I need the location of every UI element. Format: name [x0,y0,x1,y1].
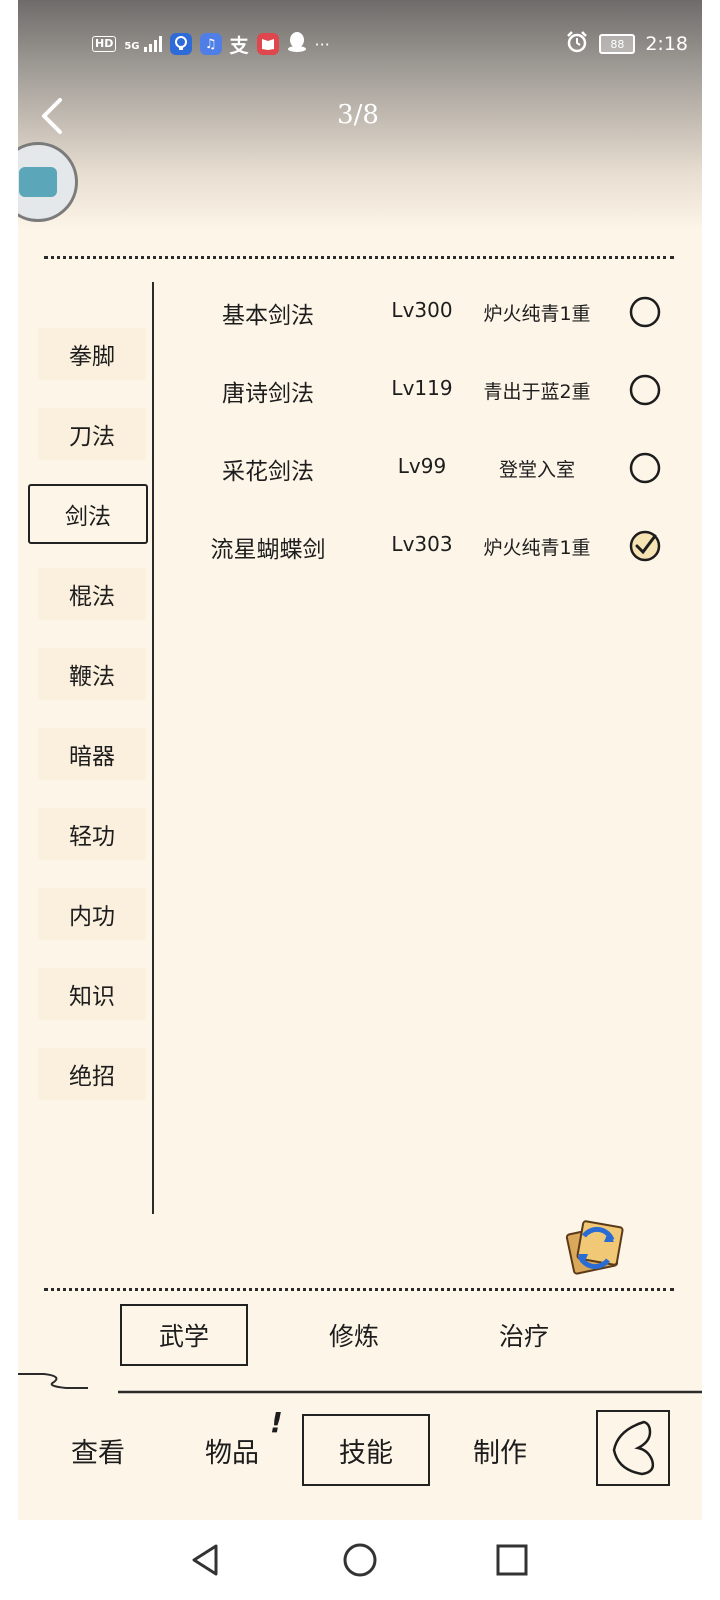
skill-name: 唐诗剑法 [222,381,314,407]
subtab-label: 治疗 [498,1322,549,1351]
category-zhishi[interactable]: 知识 [38,968,146,1020]
nav-chakan[interactable]: 查看 [34,1414,162,1486]
top-dotted-divider [44,256,674,259]
bottom-dotted-divider [44,1288,674,1291]
category-neigong[interactable]: 内功 [38,888,146,940]
subtab-xiulian[interactable]: 修炼 [290,1304,418,1366]
category-gunfa[interactable]: 棍法 [38,568,146,620]
skill-row[interactable]: 流星蝴蝶剑 Lv303 炉火纯青1重 [188,516,678,576]
signal-icon: 5G [124,36,162,52]
skill-name: 流星蝴蝶剑 [210,537,326,563]
nav-label: 制作 [473,1437,527,1469]
skill-level: Lv303 [391,532,453,556]
category-label: 绝招 [69,1064,115,1090]
clock-time: 2:18 [645,33,688,55]
skill-stage: 炉火纯青1重 [483,303,591,325]
more-notifications-icon: ··· [314,34,330,54]
nav-jineng[interactable]: 技能 [302,1414,430,1486]
nav-zhizuo[interactable]: 制作 [436,1414,564,1486]
hd-badge: HD [92,36,117,52]
equip-radio-checked-icon[interactable] [628,529,662,563]
battery-icon: 88 [599,34,636,54]
category-jianfa[interactable]: 剑法 [28,484,148,544]
status-bar: HD 5G ♫ 支 ··· 88 2:18 [18,28,702,60]
skill-level: Lv119 [391,376,453,400]
category-qinggong[interactable]: 轻功 [38,808,146,860]
system-back-icon[interactable] [186,1540,226,1580]
category-label: 拳脚 [69,344,115,370]
category-label: 内功 [69,904,115,930]
nav-label: 物品 [205,1437,259,1469]
network-label: 5G [124,41,140,52]
battery-level: 88 [610,37,625,51]
category-label: 知识 [69,984,115,1010]
bulb-app-icon [169,33,192,55]
category-quanjiao[interactable]: 拳脚 [38,328,146,380]
heart-back-icon [612,1420,655,1476]
equip-radio[interactable] [628,451,662,485]
qq-icon [287,31,307,58]
book-app-icon [256,33,279,55]
skill-row[interactable]: 唐诗剑法 Lv119 青出于蓝2重 [188,360,678,420]
skill-level: Lv300 [391,298,453,322]
skill-stage: 登堂入室 [498,459,575,481]
subtab-wuxue[interactable]: 武学 [120,1304,248,1366]
category-juezhao[interactable]: 绝招 [38,1048,146,1100]
page-indicator: 3/8 [337,100,379,130]
nav-label: 查看 [71,1437,125,1469]
skill-name: 基本剑法 [222,303,314,329]
category-label: 棍法 [69,584,115,610]
equip-radio[interactable] [628,295,662,329]
skill-stage: 青出于蓝2重 [483,381,591,403]
item-alert-badge: ! [270,1406,283,1439]
system-navigation-bar [0,1520,720,1600]
category-label: 剑法 [65,504,111,530]
category-label: 刀法 [69,424,115,450]
skill-stage: 炉火纯青1重 [483,537,591,559]
skill-name: 采花剑法 [222,459,314,485]
system-home-icon[interactable] [340,1540,380,1580]
category-label: 暗器 [69,744,115,770]
back-chevron-icon[interactable] [34,96,70,136]
skill-level: Lv99 [397,454,447,478]
game-screen: HD 5G ♫ 支 ··· 88 2:18 3/8 拳脚 刀法 剑法 棍法 鞭法… [18,0,702,1520]
category-label: 轻功 [69,824,115,850]
music-app-icon: ♫ [199,33,222,55]
category-label: 鞭法 [69,664,115,690]
alarm-icon [565,30,589,59]
sort-swap-icon[interactable] [562,1214,628,1280]
subtab-label: 修炼 [328,1322,379,1351]
alipay-icon: 支 [229,34,249,57]
system-recents-icon[interactable] [492,1540,532,1580]
category-anqi[interactable]: 暗器 [38,728,146,780]
subtab-label: 武学 [158,1322,209,1351]
sidebar-divider [152,282,154,1214]
subtab-zhiliao[interactable]: 治疗 [460,1304,588,1366]
category-daofa[interactable]: 刀法 [38,408,146,460]
category-bianfa[interactable]: 鞭法 [38,648,146,700]
brush-divider [18,1373,702,1394]
skill-row[interactable]: 采花剑法 Lv99 登堂入室 [188,438,678,498]
skill-row[interactable]: 基本剑法 Lv300 炉火纯青1重 [188,282,678,342]
avatar-image [19,167,57,197]
close-button[interactable] [596,1410,670,1486]
equip-radio[interactable] [628,373,662,407]
nav-label: 技能 [339,1437,393,1469]
